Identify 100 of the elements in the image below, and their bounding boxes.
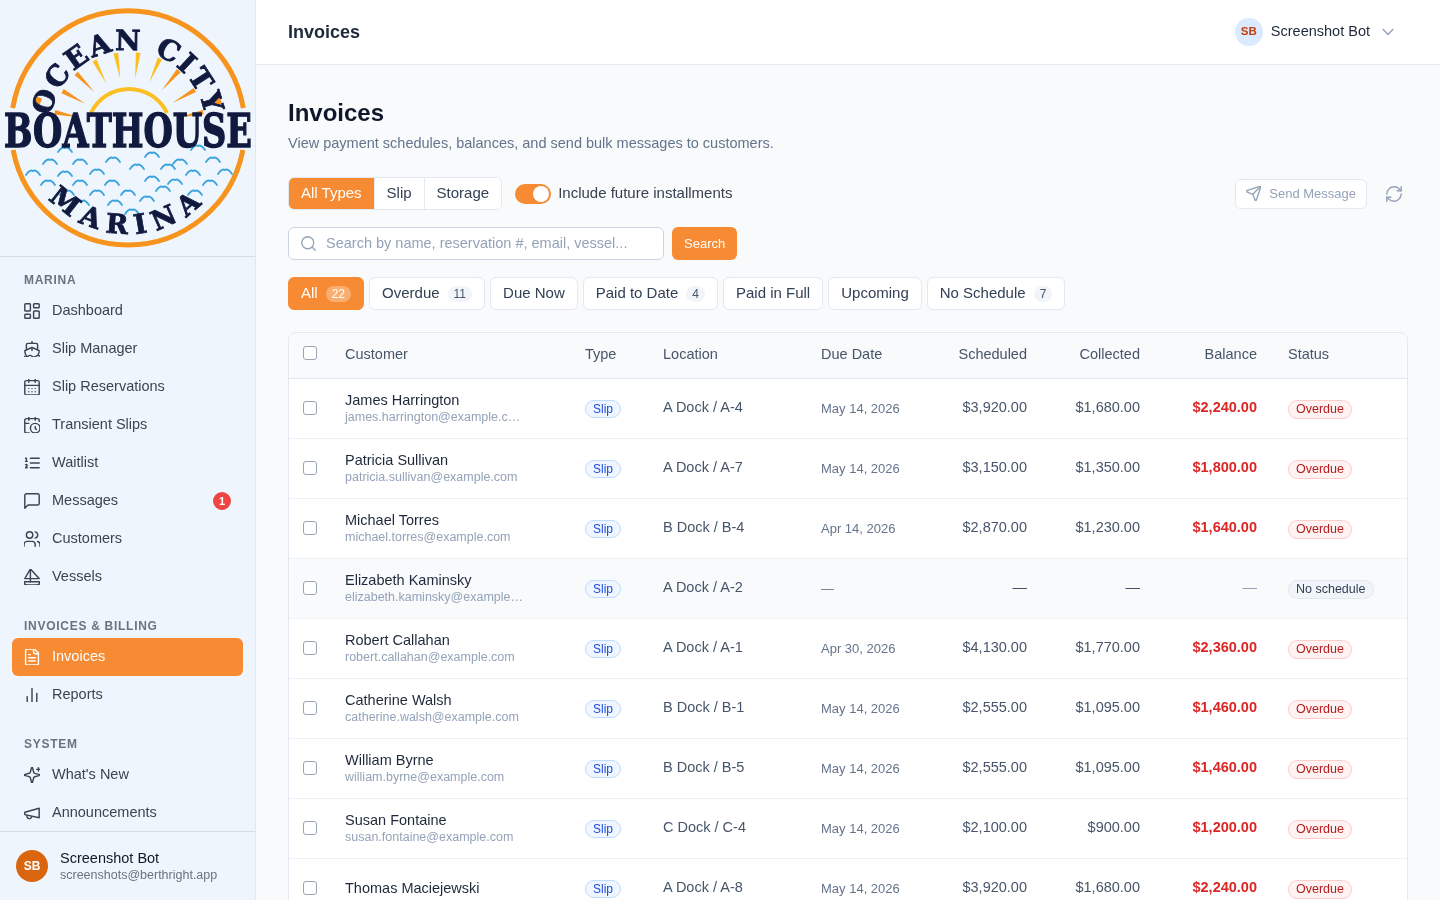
location-text: C Dock / C-4 xyxy=(663,819,746,836)
column-header: Due Date xyxy=(821,345,883,365)
type-badge: Slip xyxy=(585,759,621,778)
nav-item[interactable]: Waitlist xyxy=(12,444,243,482)
user-menu[interactable]: SB Screenshot Bot xyxy=(1234,18,1396,46)
row-checkbox[interactable] xyxy=(303,401,317,415)
nav-item[interactable]: Announcements xyxy=(12,794,243,831)
chat-bubble-icon xyxy=(24,493,40,509)
ship-icon xyxy=(24,341,40,357)
nav-item[interactable]: Dashboard xyxy=(12,292,243,330)
paper-plane-icon xyxy=(1246,186,1262,201)
location-text: A Dock / A-8 xyxy=(663,879,743,896)
status-badge: Overdue xyxy=(1288,639,1352,659)
customer-name: Susan Fontaine xyxy=(345,811,447,829)
nav-item[interactable]: What's New xyxy=(12,756,243,794)
location-text: B Dock / B-4 xyxy=(663,519,745,536)
nav-item[interactable]: Messages 1 xyxy=(12,482,243,520)
customer-name: William Byrne xyxy=(345,751,434,769)
customer-email: michael.torres@example.com xyxy=(345,529,511,545)
column-header: Balance xyxy=(1204,345,1257,365)
dashboard-grid-icon xyxy=(24,303,40,319)
user-email: screenshots@berthright.app xyxy=(60,867,218,883)
filter-count: 22 xyxy=(325,285,352,302)
status-badge: Overdue xyxy=(1288,699,1352,719)
sailboat-icon xyxy=(24,569,40,585)
scheduled-amount: $3,150.00 xyxy=(962,459,1027,476)
customer-name: Thomas Maciejewski xyxy=(345,879,480,898)
status-filter-tab[interactable]: Overdue 11 xyxy=(369,277,486,310)
collected-amount: $1,095.00 xyxy=(1075,759,1140,776)
user-avatar: SB xyxy=(16,850,48,882)
collected-amount: $1,680.00 xyxy=(1075,879,1140,896)
due-date: May 14, 2026 xyxy=(821,700,900,716)
toggle-switch[interactable] xyxy=(515,183,552,204)
status-filter-tab[interactable]: No Schedule 7 xyxy=(926,277,1066,310)
balance-amount: $1,460.00 xyxy=(1192,699,1257,716)
due-date: Apr 30, 2026 xyxy=(821,640,896,656)
row-checkbox[interactable] xyxy=(303,641,317,655)
balance-amount: $2,240.00 xyxy=(1192,399,1257,416)
row-checkbox[interactable] xyxy=(303,701,317,715)
row-checkbox[interactable] xyxy=(303,761,317,775)
nav-item[interactable]: Slip Reservations xyxy=(12,368,243,406)
status-badge: Overdue xyxy=(1288,399,1352,419)
collected-amount: $1,095.00 xyxy=(1075,699,1140,716)
section-heading: SYSTEM xyxy=(23,736,79,752)
customer-email: robert.callahan@example.com xyxy=(345,649,515,665)
users-icon xyxy=(24,531,40,547)
collected-amount: $900.00 xyxy=(1087,819,1140,836)
due-date: May 14, 2026 xyxy=(821,880,900,896)
nav-item[interactable]: Vessels xyxy=(12,558,243,596)
type-badge: Slip xyxy=(585,519,621,538)
customer-email: james.harrington@example.c… xyxy=(345,409,521,425)
calendar-icon xyxy=(24,379,40,395)
customer-email: elizabeth.kaminsky@example… xyxy=(345,589,524,605)
search-field[interactable]: Search by name, reservation #, email, vessel... xyxy=(288,227,664,260)
nav-item[interactable]: Transient Slips xyxy=(12,406,243,444)
calendar-clock-icon xyxy=(24,417,40,433)
nav-item[interactable]: Customers xyxy=(12,520,243,558)
balance-amount: $1,200.00 xyxy=(1192,819,1257,836)
column-header: Customer xyxy=(345,345,408,365)
status-filter-tab[interactable]: Paid in Full xyxy=(723,277,824,310)
filter-count: 11 xyxy=(447,285,473,302)
collected-amount: $1,770.00 xyxy=(1075,639,1140,656)
status-badge: Overdue xyxy=(1288,879,1352,899)
select-all-checkbox[interactable] xyxy=(303,346,317,360)
type-badge: Slip xyxy=(585,579,621,598)
status-filter-tab[interactable]: Upcoming xyxy=(828,277,922,310)
type-filter-tab[interactable]: Storage xyxy=(423,178,502,209)
status-badge: No schedule xyxy=(1288,579,1374,599)
type-badge: Slip xyxy=(585,819,621,838)
nav-item[interactable]: Reports xyxy=(12,676,243,714)
row-checkbox[interactable] xyxy=(303,881,317,896)
balance-amount: $2,360.00 xyxy=(1192,639,1257,656)
filter-count: 7 xyxy=(1033,285,1053,302)
header-title: Invoices xyxy=(288,20,361,44)
type-badge: Slip xyxy=(585,459,621,478)
toggle-label: Include future installments xyxy=(558,183,733,204)
row-checkbox[interactable] xyxy=(303,521,317,535)
customer-name: Robert Callahan xyxy=(345,631,450,649)
customer-email: patricia.sullivan@example.com xyxy=(345,469,518,485)
nav-item[interactable]: Slip Manager xyxy=(12,330,243,368)
row-checkbox[interactable] xyxy=(303,821,317,835)
status-badge: Overdue xyxy=(1288,819,1352,839)
scheduled-amount: $3,920.00 xyxy=(962,399,1027,416)
due-date: May 14, 2026 xyxy=(821,460,900,476)
status-filter-tab[interactable]: Due Now xyxy=(490,277,578,310)
collected-amount: $1,680.00 xyxy=(1075,399,1140,416)
status-filter-tab[interactable]: Paid to Date 4 xyxy=(582,277,718,310)
customer-name: James Harrington xyxy=(345,391,460,409)
row-checkbox[interactable] xyxy=(303,581,317,595)
scheduled-amount: $2,555.00 xyxy=(962,759,1027,776)
scheduled-amount: $3,920.00 xyxy=(962,879,1027,896)
type-badge: Slip xyxy=(585,879,621,898)
megaphone-icon xyxy=(24,805,40,821)
customer-name: Michael Torres xyxy=(345,511,440,529)
user-name: Screenshot Bot xyxy=(60,849,160,867)
due-date: May 14, 2026 xyxy=(821,760,900,776)
page-title: Invoices xyxy=(288,98,385,128)
balance-amount: $1,460.00 xyxy=(1192,759,1257,776)
row-checkbox[interactable] xyxy=(303,461,317,475)
filter-count: 4 xyxy=(686,285,705,302)
